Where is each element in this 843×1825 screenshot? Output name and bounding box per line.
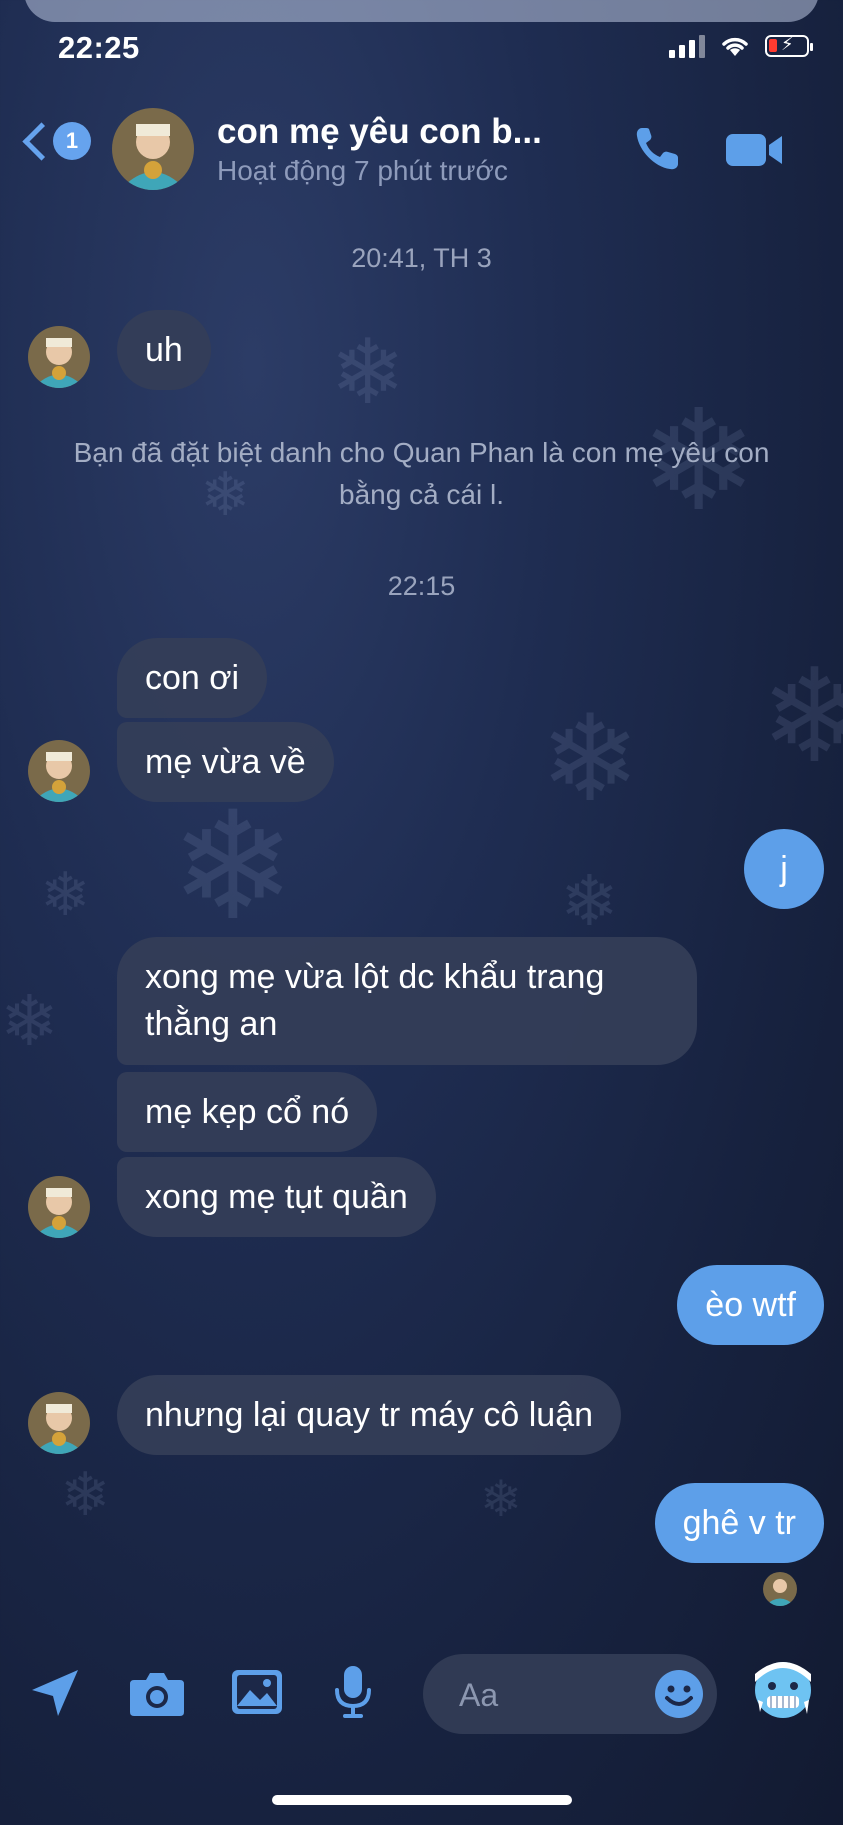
- microphone-icon[interactable]: [333, 1664, 373, 1720]
- gallery-icon[interactable]: [230, 1668, 284, 1716]
- snowflake-decoration: ❄: [0, 980, 59, 1062]
- snowflake-decoration: ❄: [540, 690, 641, 829]
- outgoing-message[interactable]: ghê v tr: [654, 1483, 824, 1563]
- emoji-icon[interactable]: [653, 1668, 705, 1720]
- incoming-message[interactable]: con ơi: [117, 638, 268, 718]
- message-line: thằng an: [145, 1005, 278, 1043]
- sender-avatar[interactable]: [28, 740, 90, 802]
- cold-face-emoji-icon[interactable]: [752, 1660, 814, 1722]
- snowflake-decoration: ❄: [40, 860, 91, 930]
- incoming-message[interactable]: mẹ kẹp cổ nó: [117, 1072, 378, 1152]
- contact-name[interactable]: con mẹ yêu con b...: [217, 112, 542, 152]
- video-call-icon[interactable]: [724, 128, 786, 172]
- incoming-message[interactable]: mẹ vừa về: [117, 722, 334, 802]
- status-time: 22:25: [58, 30, 140, 65]
- snowflake-decoration: ❄: [480, 1470, 522, 1528]
- contact-avatar[interactable]: [112, 108, 194, 190]
- incoming-message[interactable]: uh: [117, 310, 211, 390]
- snowflake-decoration: ❄: [60, 1460, 111, 1530]
- message-input-box: [423, 1654, 717, 1734]
- snowflake-decoration: ❄: [560, 860, 619, 942]
- sender-avatar[interactable]: [28, 326, 90, 388]
- status-icons: ⚡: [669, 34, 813, 58]
- composer-bar: [0, 1640, 843, 1740]
- chat-header: 1 con mẹ yêu con b... Hoạt động 7 phút t…: [0, 100, 843, 210]
- incoming-message[interactable]: xong mẹ tụt quần: [117, 1157, 436, 1237]
- battery-icon: ⚡: [765, 34, 813, 57]
- timestamp: 22:15: [387, 571, 456, 601]
- snowflake-decoration: ❄: [170, 780, 296, 954]
- snowflake-decoration: ❄: [330, 320, 406, 425]
- camera-icon[interactable]: [128, 1668, 186, 1718]
- nickname-notice-line: bằng cả cái l.: [339, 479, 504, 510]
- timestamp: 20:41, TH 3: [351, 243, 492, 273]
- outgoing-message[interactable]: j: [744, 829, 824, 909]
- incoming-message[interactable]: nhưng lại quay tr máy cô luận: [117, 1375, 622, 1455]
- message-line: xong mẹ vừa lột dc khẩu trang: [145, 958, 605, 996]
- seen-receipt-avatar: [763, 1572, 797, 1606]
- home-indicator: [272, 1795, 572, 1805]
- sender-avatar[interactable]: [28, 1392, 90, 1454]
- outgoing-message[interactable]: èo wtf: [677, 1265, 824, 1345]
- signal-icon: [669, 34, 705, 58]
- wifi-icon: [722, 37, 748, 56]
- nickname-notice: Bạn đã đặt biệt danh cho Quan Phan là co…: [30, 432, 813, 516]
- nickname-notice-line: Bạn đã đặt biệt danh cho Quan Phan là co…: [73, 437, 770, 468]
- notification-pill: [24, 0, 819, 22]
- active-status: Hoạt động 7 phút trước: [217, 155, 508, 186]
- message-input[interactable]: [457, 1672, 651, 1718]
- back-button[interactable]: 1: [18, 121, 91, 161]
- chevron-left-icon: [22, 121, 61, 161]
- snowflake-decoration: ❄: [760, 640, 843, 792]
- phone-icon[interactable]: [630, 122, 684, 176]
- incoming-message[interactable]: xong mẹ vừa lột dc khẩu trang thằng an: [117, 937, 697, 1065]
- sender-avatar[interactable]: [28, 1176, 90, 1238]
- location-arrow-icon[interactable]: [28, 1666, 82, 1720]
